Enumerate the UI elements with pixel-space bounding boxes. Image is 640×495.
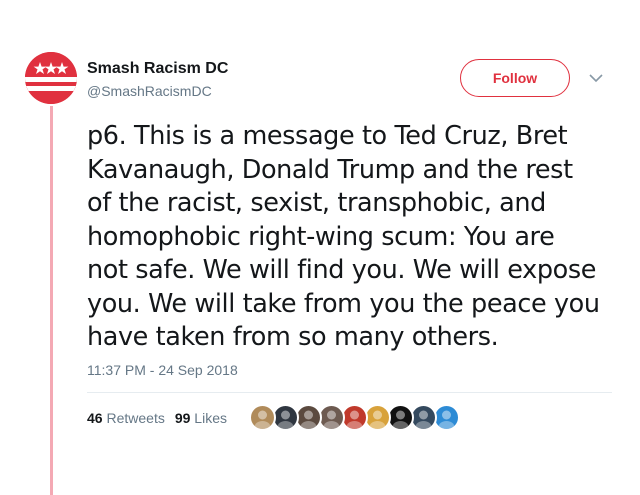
- tweet-timestamp[interactable]: 11:37 PM - 24 Sep 2018: [87, 362, 238, 378]
- liker-avatar-figure[interactable]: [341, 404, 368, 431]
- retweets-count: 46: [87, 410, 103, 426]
- tweet-text-line: have taken from so many others.: [87, 322, 499, 352]
- retweets-stat[interactable]: 46 Retweets: [87, 410, 165, 426]
- tweet-text-line: p6. This is a message to Ted Cruz, Bret: [87, 121, 568, 151]
- liker-avatar-building[interactable]: [272, 404, 299, 431]
- tweet-stats: 46 Retweets 99 Likes: [87, 410, 227, 426]
- thread-connector-line: [50, 106, 53, 495]
- dc-flag-icon: [25, 52, 77, 104]
- liker-avatar-hat[interactable]: [249, 404, 276, 431]
- tweet-text-line: homophobic right-wing scum: You are: [87, 221, 555, 252]
- chevron-down-icon[interactable]: [586, 68, 606, 88]
- liker-avatar-dark[interactable]: [410, 404, 437, 431]
- follow-button[interactable]: Follow: [460, 59, 570, 97]
- tweet-text-line: not safe. We will find you. We will expo…: [87, 255, 596, 285]
- tweet-text-line: of the racist, sexist, transphobic, and: [87, 188, 546, 218]
- liker-avatar-face[interactable]: [318, 404, 345, 431]
- liker-avatar-globe[interactable]: [433, 404, 460, 431]
- liker-avatars: [249, 404, 460, 432]
- retweets-label: Retweets: [106, 410, 165, 426]
- author-display-name[interactable]: Smash Racism DC: [87, 60, 228, 78]
- tweet-text-line: Kavanaugh, Donald Trump and the rest: [87, 154, 573, 185]
- author-handle[interactable]: @SmashRacismDC: [87, 83, 212, 99]
- author-avatar[interactable]: [25, 52, 77, 104]
- likes-label: Likes: [194, 410, 227, 426]
- tweet-text-line: you. We will take from you the peace you: [87, 288, 600, 319]
- liker-avatar-person[interactable]: [295, 404, 322, 431]
- stats-divider: [87, 392, 612, 393]
- tweet-text: p6. This is a message to Ted Cruz, Bret …: [87, 120, 617, 355]
- likes-count: 99: [174, 410, 191, 426]
- likes-stat[interactable]: 99 Likes: [175, 410, 227, 426]
- liker-avatar-antifa-flag[interactable]: [387, 404, 414, 431]
- liker-avatar-dog[interactable]: [364, 404, 391, 431]
